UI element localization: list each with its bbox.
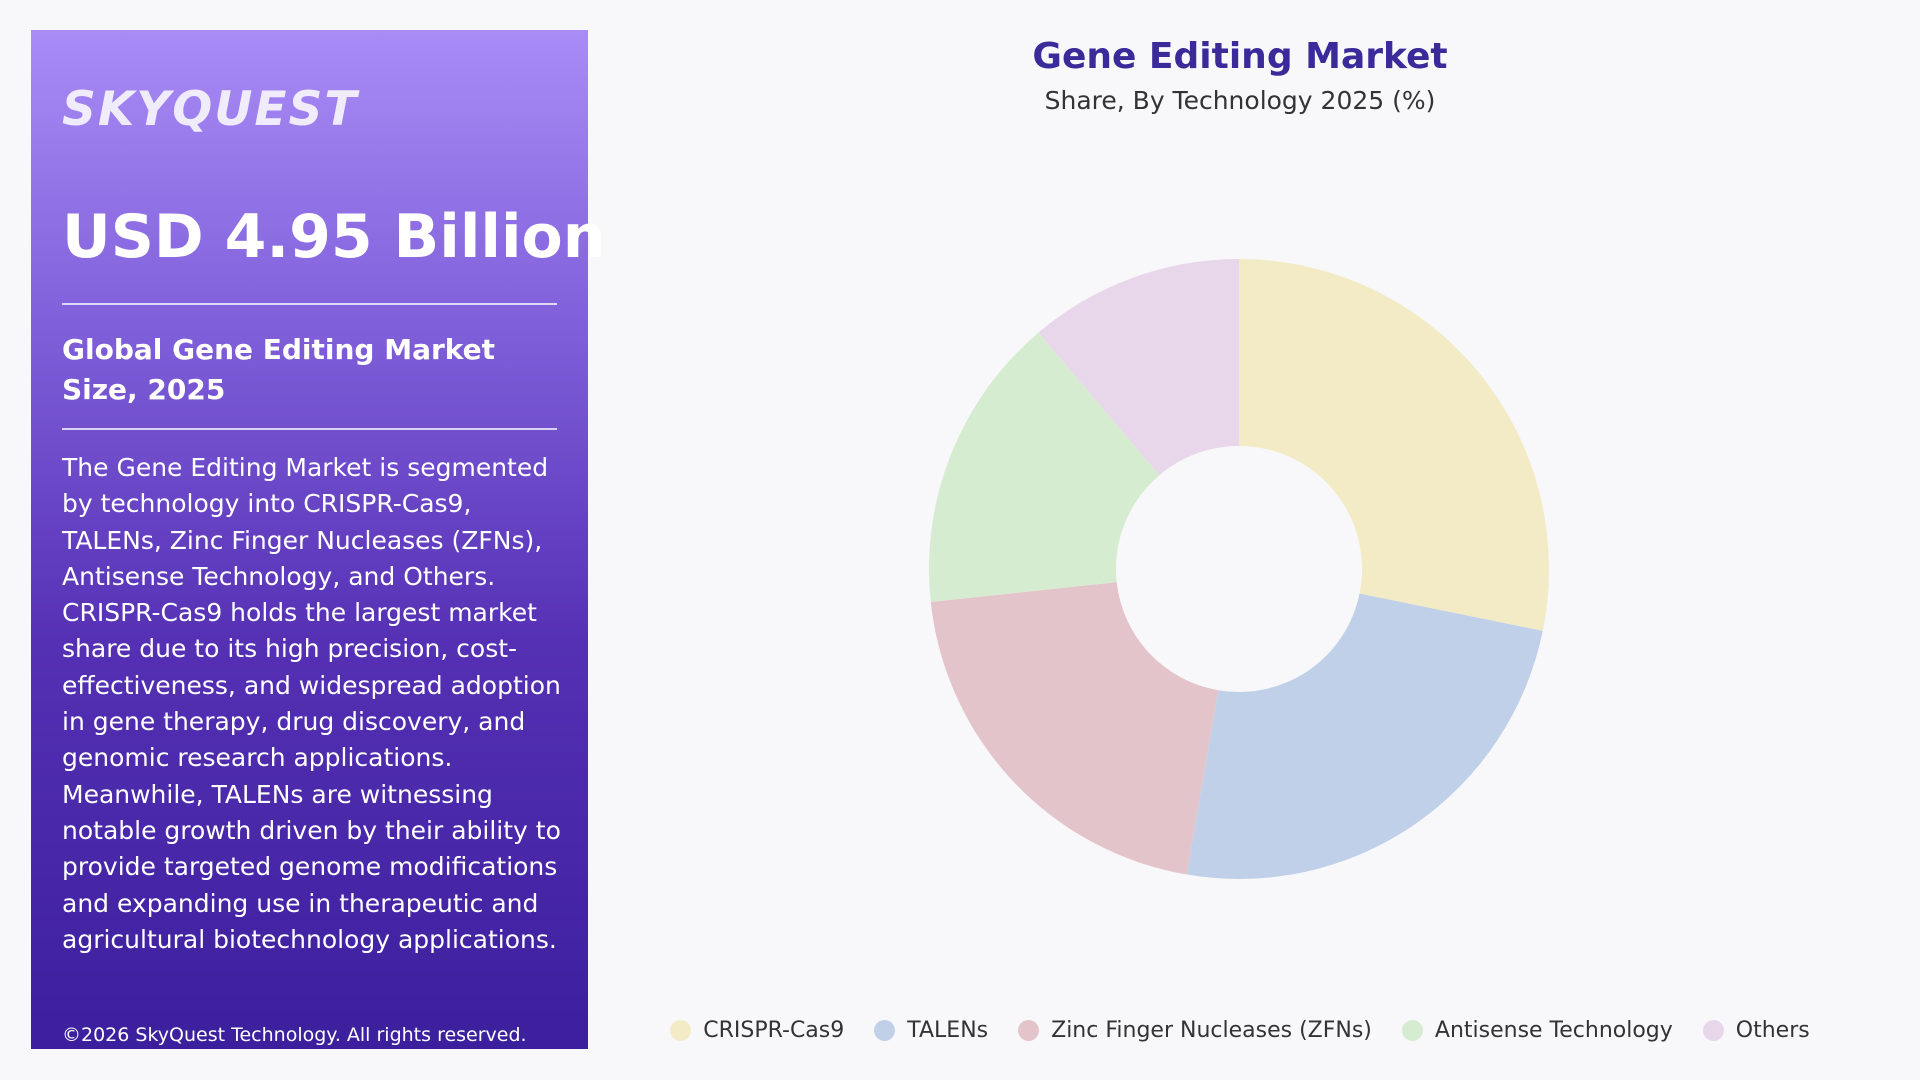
- legend-item: Antisense Technology: [1401, 1018, 1673, 1043]
- legend-swatch: [874, 1020, 896, 1041]
- legend-label: Others: [1735, 1018, 1810, 1043]
- legend-label: TALENs: [907, 1018, 989, 1043]
- donut-slice-talens: [1186, 593, 1543, 879]
- legend-item: Others: [1702, 1018, 1810, 1043]
- legend-item: CRISPR-Cas9: [670, 1018, 844, 1043]
- page: SKYQUEST USD 4.95 Billion Global Gene Ed…: [0, 0, 1920, 1080]
- legend-item: TALENs: [874, 1018, 988, 1043]
- donut-chart: [929, 259, 1550, 879]
- legend-swatch: [1018, 1020, 1040, 1041]
- legend-swatch: [1702, 1020, 1724, 1041]
- legend-label: CRISPR-Cas9: [703, 1018, 845, 1043]
- legend-swatch: [670, 1020, 692, 1041]
- donut-slice-crispr-cas9: [1239, 259, 1550, 631]
- legend-label: Antisense Technology: [1434, 1018, 1673, 1043]
- legend-label: Zinc Finger Nucleases (ZFNs): [1051, 1018, 1372, 1043]
- chart-legend: CRISPR-Cas9 TALENs Zinc Finger Nucleases (…: [660, 1018, 1820, 1043]
- donut-slice-zinc-finger-nucleases-zfns: [930, 582, 1219, 875]
- copyright-notice: ©2026 SkyQuest Technology. All rights re…: [62, 1024, 527, 1046]
- legend-swatch: [1401, 1020, 1423, 1041]
- legend-item: Zinc Finger Nucleases (ZFNs): [1018, 1018, 1372, 1043]
